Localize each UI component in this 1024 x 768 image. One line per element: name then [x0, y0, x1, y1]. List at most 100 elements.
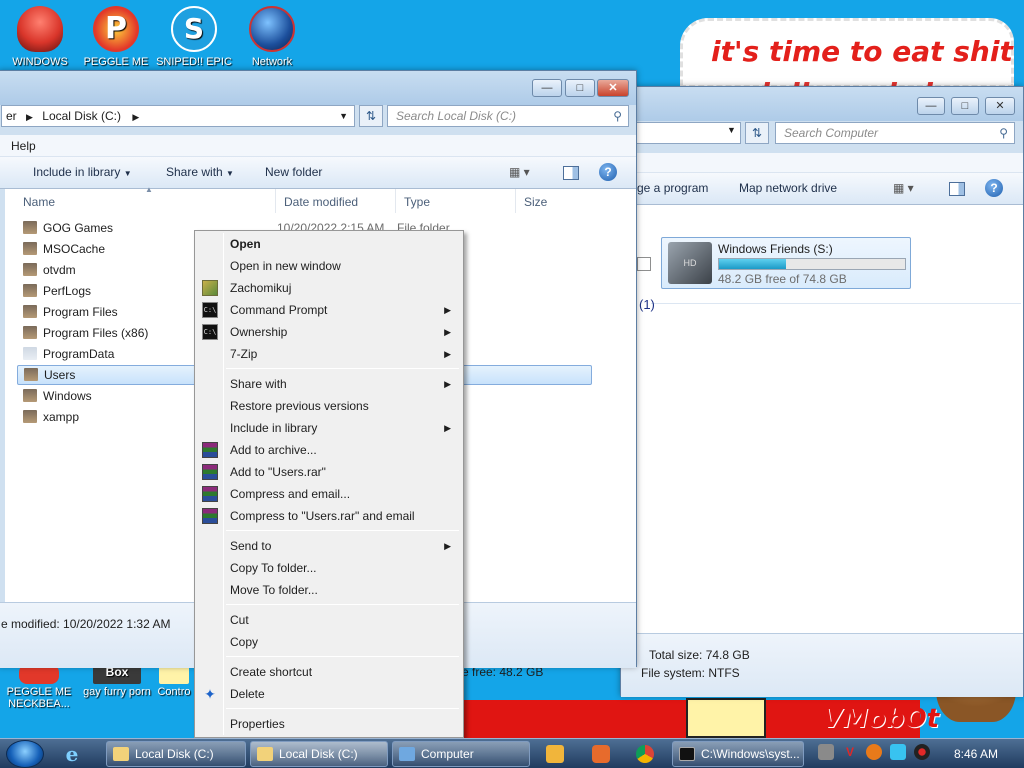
column-date-modified[interactable]: Date modified — [284, 195, 358, 209]
details-pane: Total size: 74.8 GB File system: NTFS — [621, 633, 1023, 697]
hard-drive-icon: HD — [668, 242, 712, 284]
computer-window[interactable]: — □ ✕ ▼ ⇅ Search Computer ⚲ ge a program… — [620, 86, 1024, 697]
menu-item-create-shortcut[interactable]: Create shortcut — [197, 661, 461, 683]
menu-item-properties[interactable]: Properties — [197, 713, 461, 735]
breadcrumb-chevron-icon[interactable]: ▶ — [26, 112, 33, 122]
drive-tile[interactable]: HD Windows Friends (S:) 48.2 GB free of … — [661, 237, 911, 289]
menu-item-open[interactable]: Open — [197, 233, 461, 255]
app-icon[interactable] — [592, 745, 610, 763]
column-size[interactable]: Size — [524, 195, 547, 209]
search-input[interactable]: Search Computer ⚲ — [775, 122, 1015, 144]
address-bar[interactable] — [631, 122, 741, 144]
menu-item-compress-and-email[interactable]: Compress and email... — [197, 483, 461, 505]
help-icon[interactable]: ? — [985, 179, 1003, 197]
file-system-text: File system: NTFS — [641, 666, 740, 680]
view-options-icon[interactable]: ▦ ▾ — [893, 181, 914, 195]
tray-icon[interactable] — [818, 744, 834, 760]
menu-item-cut[interactable]: Cut — [197, 609, 461, 631]
search-icon[interactable]: ⚲ — [999, 123, 1008, 143]
taskbar-button-local-disk-1[interactable]: Local Disk (C:) — [106, 741, 246, 767]
help-icon[interactable]: ? — [599, 163, 617, 181]
menu-item-open-new-window[interactable]: Open in new window — [197, 255, 461, 277]
menu-item-share-with[interactable]: Share with ▶ — [197, 373, 461, 395]
tray-icon[interactable] — [866, 744, 882, 760]
folder-icon — [23, 389, 37, 402]
menu-item-label: 7-Zip — [230, 347, 258, 361]
preview-pane-icon[interactable] — [563, 166, 579, 180]
desktop-icon-sniped[interactable]: S SNIPED!! EPIC — [156, 0, 232, 68]
menu-item-add-to-users-rar[interactable]: Add to "Users.rar" — [197, 461, 461, 483]
command-prompt-icon — [679, 747, 695, 761]
menu-item-7zip[interactable]: 7-Zip ▶ — [197, 343, 461, 365]
minimize-button[interactable]: — — [917, 97, 945, 115]
drive-usage-fill — [719, 259, 786, 269]
tray-icon[interactable] — [890, 744, 906, 760]
internet-explorer-icon[interactable]: e — [60, 743, 84, 765]
breadcrumb-chevron-icon[interactable]: ▶ — [132, 112, 139, 122]
taskbar-button-computer[interactable]: Computer — [392, 741, 530, 767]
breadcrumb-prev[interactable]: er — [6, 109, 17, 123]
media-player-icon[interactable] — [546, 745, 564, 763]
menu-item-restore-previous-versions[interactable]: Restore previous versions — [197, 395, 461, 417]
taskbar: e Local Disk (C:) Local Disk (C:) Comput… — [0, 738, 1024, 768]
refresh-icon[interactable]: ⇅ — [745, 122, 769, 144]
breadcrumb-current[interactable]: Local Disk (C:) — [42, 109, 121, 123]
column-type[interactable]: Type — [404, 195, 430, 209]
tray-icon[interactable]: V — [842, 744, 858, 760]
menu-item-send-to[interactable]: Send to ▶ — [197, 535, 461, 557]
chevron-down-icon[interactable]: ▼ — [727, 125, 736, 135]
maximize-button[interactable]: □ — [565, 79, 595, 97]
peggle-p-icon: P — [93, 6, 139, 52]
menu-item-ownership[interactable]: C:\ Ownership ▶ — [197, 321, 461, 343]
menu-item-label: Copy — [230, 635, 259, 649]
include-in-library-button[interactable]: Include in library ▼ — [33, 165, 132, 179]
search-input[interactable]: Search Local Disk (C:) ⚲ — [387, 105, 629, 127]
menu-item-label: Send to — [230, 539, 272, 553]
chrome-icon[interactable] — [636, 745, 654, 763]
start-button[interactable] — [6, 740, 44, 768]
checkbox[interactable] — [637, 257, 651, 271]
menu-item-delete[interactable]: ✦ Delete — [197, 683, 461, 705]
new-folder-button[interactable]: New folder — [265, 165, 322, 179]
folder-icon — [23, 263, 37, 276]
share-with-button[interactable]: Share with ▼ — [166, 165, 234, 179]
menu-item-copy[interactable]: Copy — [197, 631, 461, 653]
clock[interactable]: 8:46 AM — [948, 739, 1004, 768]
refresh-icon[interactable]: ⇅ — [359, 105, 383, 127]
folder-name: xampp — [43, 410, 80, 424]
view-options-icon[interactable]: ▦ ▾ — [509, 165, 530, 179]
preview-pane-icon[interactable] — [949, 182, 965, 196]
desktop-icon-windows[interactable]: WINDOWS — [2, 0, 78, 68]
uninstall-program-button[interactable]: ge a program — [637, 181, 708, 195]
search-icon[interactable]: ⚲ — [613, 106, 622, 126]
tray-icon[interactable] — [914, 744, 930, 760]
map-network-drive-button[interactable]: Map network drive — [739, 181, 837, 195]
menu-item-add-to-archive[interactable]: Add to archive... — [197, 439, 461, 461]
menu-item-copy-to-folder[interactable]: Copy To folder... — [197, 557, 461, 579]
menu-bar: Help — [0, 135, 636, 157]
maximize-button[interactable]: □ — [951, 97, 979, 115]
column-name[interactable]: Name — [23, 195, 55, 209]
menu-item-include-in-library[interactable]: Include in library ▶ — [197, 417, 461, 439]
column-separator — [515, 189, 516, 213]
menu-item-move-to-folder[interactable]: Move To folder... — [197, 579, 461, 601]
network-globe-icon — [249, 6, 295, 52]
toolbar: ge a program Map network drive ▦ ▾ ? — [621, 173, 1023, 205]
desktop-icon-network[interactable]: Network — [234, 0, 310, 68]
folder-icon — [23, 410, 37, 423]
taskbar-button-cmd[interactable]: C:\Windows\syst... — [672, 741, 804, 767]
close-button[interactable]: ✕ — [597, 79, 629, 97]
close-button[interactable]: ✕ — [985, 97, 1015, 115]
menu-help[interactable]: Help — [11, 139, 36, 153]
menu-item-zachomikuj[interactable]: Zachomikuj — [197, 277, 461, 299]
desktop-icon-label: SNIPED!! EPIC — [156, 56, 232, 68]
address-bar[interactable]: er ▶ Local Disk (C:) ▶ ▼ — [1, 105, 355, 127]
menu-item-command-prompt[interactable]: C:\ Command Prompt ▶ — [197, 299, 461, 321]
chevron-down-icon[interactable]: ▼ — [339, 106, 348, 126]
desktop-icon-peggle[interactable]: P PEGGLE ME — [78, 0, 154, 68]
minimize-button[interactable]: — — [532, 79, 562, 97]
taskbar-button-local-disk-2[interactable]: Local Disk (C:) — [250, 741, 388, 767]
menu-item-label: Properties — [230, 717, 285, 731]
menu-item-compress-to-users-rar-email[interactable]: Compress to "Users.rar" and email — [197, 505, 461, 527]
submenu-arrow-icon: ▶ — [444, 327, 451, 337]
